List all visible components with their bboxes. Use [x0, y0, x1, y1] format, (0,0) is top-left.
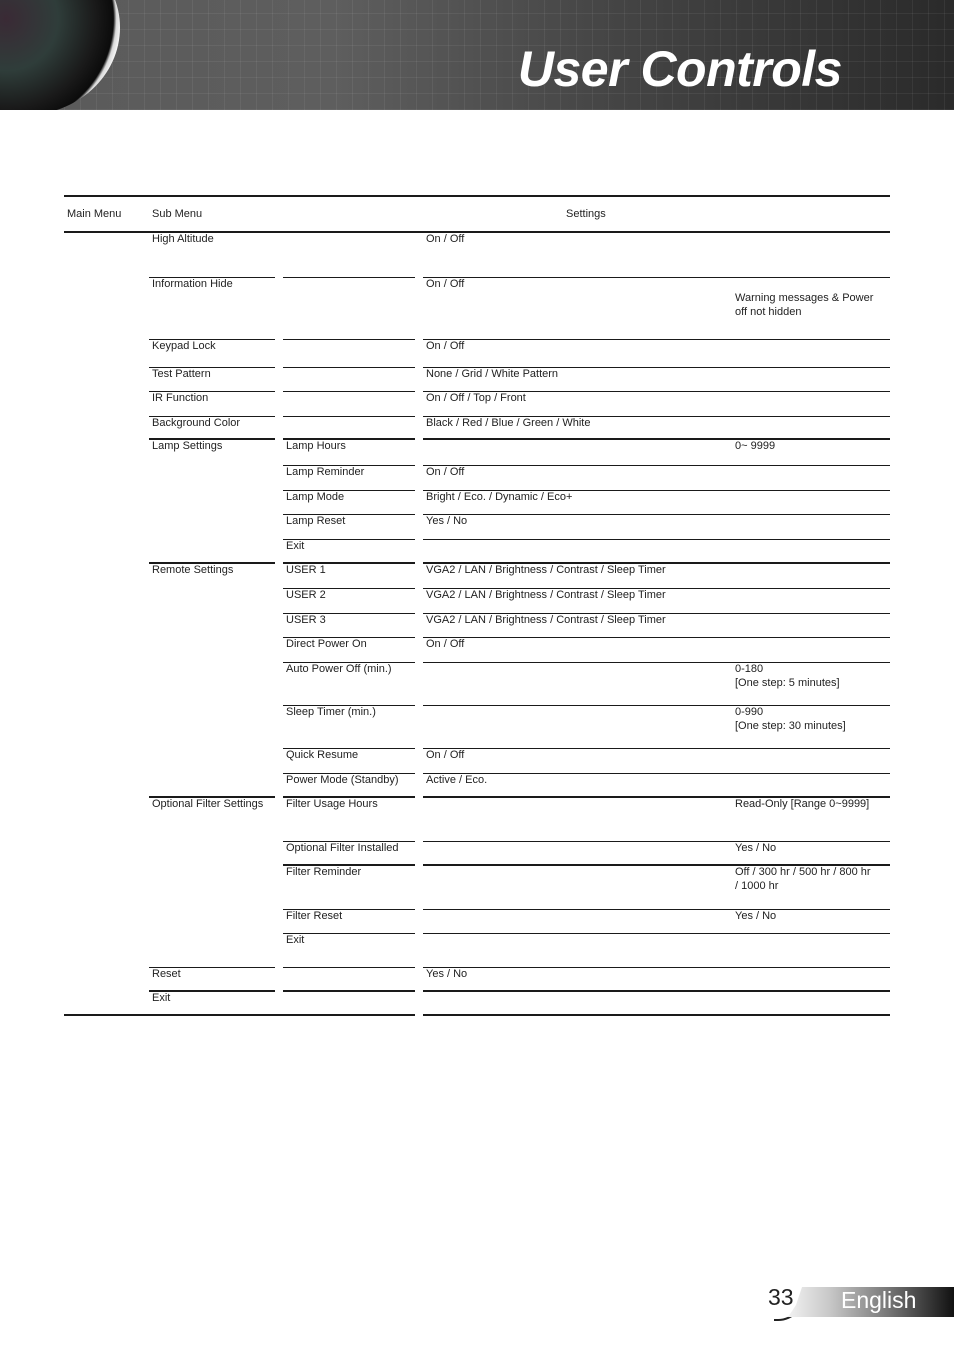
setting-cell: On / Off	[426, 340, 465, 352]
setting-cell: Yes / No	[426, 515, 468, 527]
row-divider	[423, 277, 890, 278]
setting-cell: VGA2 / LAN / Brightness / Contrast / Sle…	[426, 589, 666, 601]
setting-note-line2-cell: / 1000 hr	[735, 879, 779, 892]
sub-item-cell: Optional Filter Installed	[286, 842, 399, 854]
sub-item-cell: Filter Reminder	[286, 866, 362, 878]
language-label: English	[841, 1287, 917, 1313]
sub-item-cell: Exit	[286, 540, 305, 552]
sub-item-cell: Quick Resume	[286, 749, 359, 761]
row-divider	[423, 514, 890, 515]
sub-menu-cell: IR Function	[152, 392, 209, 404]
column-header-settings: Settings	[566, 208, 606, 220]
setting-cell: Active / Eco.	[426, 774, 488, 786]
setting-note-cell: Off / 300 hr / 500 hr / 800 hr	[735, 866, 871, 878]
row-divider	[283, 990, 415, 992]
setting-cell: Bright / Eco. / Dynamic / Eco+	[426, 491, 573, 503]
setting-cell: Black / Red / Blue / Green / White	[426, 417, 591, 429]
setting-note-cell: 0~ 9999	[735, 440, 776, 452]
sub-item-cell: Lamp Hours	[286, 440, 346, 452]
page-number: 33	[768, 1284, 794, 1310]
setting-cell: VGA2 / LAN / Brightness / Contrast / Sle…	[426, 614, 666, 626]
sub-item-cell: USER 2	[286, 589, 326, 601]
sub-menu-cell: Remote Settings	[152, 564, 234, 576]
row-divider	[283, 339, 415, 340]
setting-cell: On / Off / Top / Front	[426, 392, 526, 404]
sub-item-cell: Exit	[286, 934, 305, 946]
setting-note-cell: Warning messages & Power off not hidden	[735, 292, 874, 318]
setting-cell: On / Off	[426, 278, 465, 290]
setting-note-cell: 0-990	[735, 706, 764, 718]
setting-cell: None / Grid / White Pattern	[426, 368, 559, 380]
sub-item-cell: Auto Power Off (min.)	[286, 663, 392, 675]
setting-note-cell: Yes / No	[735, 842, 777, 854]
page-title: User Controls	[517, 41, 843, 97]
sub-menu-cell: Optional Filter Settings	[152, 798, 264, 810]
sub-item-cell: Lamp Reset	[286, 515, 346, 527]
row-divider	[423, 539, 890, 540]
sub-menu-cell: Exit	[152, 992, 171, 1004]
row-divider	[283, 967, 415, 968]
row-divider	[283, 391, 415, 392]
column-header-sub-menu: Sub Menu	[152, 208, 203, 220]
sub-menu-cell: Background Color	[152, 417, 241, 429]
table-bottom-rule	[64, 1014, 415, 1016]
header-banner: User Controls	[0, 0, 954, 110]
setting-note-cell: Read-Only [Range 0~9999]	[735, 798, 870, 810]
row-divider	[423, 967, 890, 968]
sub-item-cell: Filter Reset	[286, 910, 343, 922]
row-divider	[423, 990, 890, 992]
table-bottom-rule	[423, 1014, 890, 1016]
table-top-rule	[64, 195, 890, 197]
sub-menu-cell: Lamp Settings	[152, 440, 223, 452]
sub-menu-cell: Information Hide	[152, 278, 233, 290]
sub-menu-cell: High Altitude	[152, 233, 214, 245]
row-divider	[283, 367, 415, 368]
setting-note-line2-cell: [One step: 30 minutes]	[735, 719, 846, 732]
sub-item-cell: USER 1	[286, 564, 326, 576]
sub-item-cell: Lamp Mode	[286, 491, 345, 503]
setting-note-cell: 0-180	[735, 663, 764, 675]
setting-cell: On / Off	[426, 466, 465, 478]
column-header-main-menu: Main Menu	[67, 208, 122, 220]
setting-cell: On / Off	[426, 233, 465, 245]
setting-note-cell: Yes / No	[735, 910, 777, 922]
row-divider	[423, 637, 890, 638]
sub-menu-cell: Keypad Lock	[152, 340, 216, 352]
sub-menu-cell: Test Pattern	[152, 368, 211, 380]
setting-cell: Yes / No	[426, 968, 468, 980]
setting-note-line2-cell: [One step: 5 minutes]	[735, 676, 840, 689]
row-divider	[423, 748, 890, 749]
setting-cell: On / Off	[426, 638, 465, 650]
row-divider	[423, 933, 890, 934]
sub-item-cell: Power Mode (Standby)	[286, 774, 399, 786]
setting-cell: On / Off	[426, 749, 465, 761]
row-divider	[283, 277, 415, 278]
row-divider	[423, 339, 890, 340]
row-divider	[283, 416, 415, 417]
sub-item-cell: Direct Power On	[286, 638, 367, 650]
sub-menu-cell: Reset	[152, 968, 181, 980]
sub-item-cell: Lamp Reminder	[286, 466, 365, 478]
row-divider	[423, 465, 890, 466]
sub-item-cell: Filter Usage Hours	[286, 798, 378, 810]
sub-item-cell: USER 3	[286, 614, 326, 626]
sub-item-cell: Sleep Timer (min.)	[286, 706, 376, 718]
row-divider	[423, 773, 890, 774]
setting-cell: VGA2 / LAN / Brightness / Contrast / Sle…	[426, 564, 666, 576]
